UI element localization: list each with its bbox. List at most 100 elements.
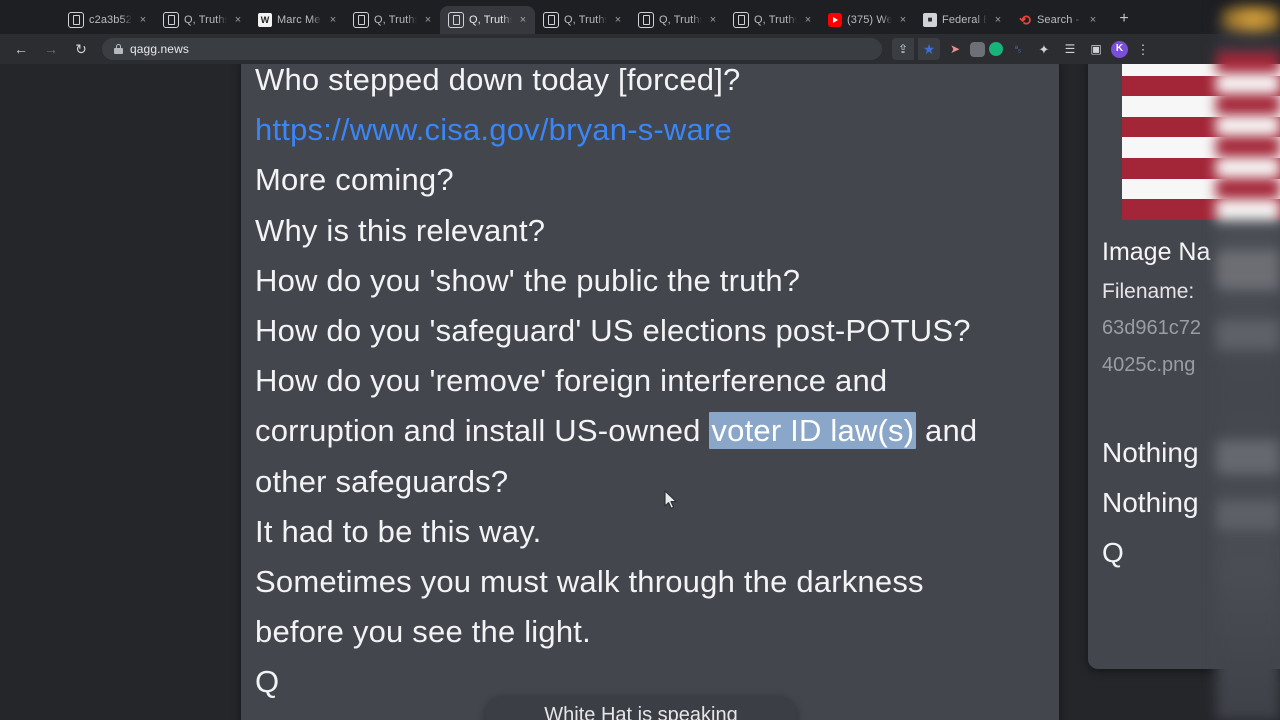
browser-toolbar: ← → ↻ qagg.news ⇪ ★ ➤ ␈ ✦ ☰ ▣ K ⋮ (0, 34, 1280, 64)
doc-icon (448, 12, 464, 28)
flag-stripe (1122, 199, 1280, 220)
tab-title: Q, Truths (564, 14, 607, 26)
new-tab-button[interactable]: + (1111, 6, 1137, 32)
split-view-icon[interactable]: ▣ (1085, 38, 1107, 60)
browser-tab-3[interactable]: W Marc Me × (250, 6, 345, 34)
close-icon[interactable]: × (802, 14, 814, 26)
search-engine-icon: ⟲ (1019, 13, 1031, 27)
filename-value-line-1: 63d961c72 (1102, 317, 1201, 339)
post-line: How do you 'remove' foreign interference… (255, 363, 888, 399)
profile-avatar[interactable]: K (1111, 40, 1128, 58)
tab-title: Q, Truths (659, 14, 702, 26)
extension-green-circle-icon[interactable] (989, 42, 1003, 56)
browser-tab-9[interactable]: (375) We × (820, 6, 915, 34)
close-icon[interactable]: × (232, 14, 244, 26)
browser-tab-6[interactable]: Q, Truths × (535, 6, 630, 34)
browser-tab-5-active[interactable]: Q, Truths × (440, 6, 535, 34)
tab-title: Federal B (942, 14, 987, 26)
close-icon[interactable]: × (1087, 14, 1099, 26)
tab-title: Q, Truths (469, 14, 512, 26)
tab-title: Marc Me (277, 14, 321, 26)
forward-icon[interactable]: → (38, 36, 64, 62)
post-line: How do you 'show' the public the truth? (255, 262, 801, 298)
extension-screenshot-icon[interactable] (970, 41, 985, 57)
page-viewport: Who stepped down today [forced]? https:/… (0, 64, 1280, 720)
tab-title: Search - (1037, 14, 1080, 26)
flag-stripe (1122, 178, 1280, 200)
post-text-body: Who stepped down today [forced]? https:/… (255, 64, 1045, 708)
close-icon[interactable]: × (327, 14, 339, 26)
tab-search-chevron-down-icon[interactable]: ˅ (1252, 6, 1280, 32)
post-line: Sometimes you must walk through the dark… (255, 564, 924, 600)
tab-strip-leading-space (0, 0, 60, 34)
browser-tab-strip: c2a3b52 × Q, Truths × W Marc Me × Q, Tru… (0, 0, 1280, 34)
close-icon[interactable]: × (707, 14, 719, 26)
flag-stripe (1122, 137, 1280, 158)
tab-title: Q, Truths (374, 14, 417, 26)
tab-title: Q, Truths (184, 14, 227, 26)
lock-icon (114, 44, 123, 54)
side-post-line: Nothing (1102, 437, 1199, 468)
browser-tab-1[interactable]: c2a3b52 × (60, 6, 155, 34)
youtube-icon (828, 13, 842, 27)
flag-stripe (1122, 64, 1280, 76)
doc-icon (163, 12, 179, 28)
chrome-menu-icon[interactable]: ⋮ (1132, 38, 1154, 60)
extension-waveform-icon[interactable]: ␈ (1007, 38, 1029, 60)
browser-tab-10[interactable]: ■ Federal B × (915, 6, 1010, 34)
filename-value-line-2: 4025c.png (1102, 354, 1196, 376)
doc-icon (638, 12, 654, 28)
us-flag-image (1122, 64, 1280, 220)
speaker-status-pill: White Hat is speaking (485, 696, 797, 720)
doc-icon (733, 12, 749, 28)
side-post-line: Q (1102, 537, 1124, 568)
post-line: How do you 'safeguard' US elections post… (255, 313, 971, 349)
post-line-suffix: and (916, 413, 978, 449)
speaker-status-label: White Hat is speaking (544, 703, 738, 720)
browser-tab-2[interactable]: Q, Truths × (155, 6, 250, 34)
address-bar-url: qagg.news (130, 42, 189, 56)
image-metadata: Image Na Filename: 63d961c72 4025c.png N… (1102, 230, 1280, 578)
flag-stripe (1122, 96, 1280, 117)
close-icon[interactable]: × (897, 14, 909, 26)
reload-icon[interactable]: ↻ (68, 36, 94, 62)
tab-title: (375) We (847, 14, 892, 26)
post-line: before you see the light. (255, 614, 591, 650)
back-icon[interactable]: ← (8, 36, 34, 62)
image-info-card: Image Na Filename: 63d961c72 4025c.png N… (1088, 64, 1280, 669)
post-line: other safeguards? (255, 463, 509, 499)
share-icon[interactable]: ⇪ (892, 38, 914, 60)
doc-icon (543, 12, 559, 28)
browser-tab-4[interactable]: Q, Truths × (345, 6, 440, 34)
extensions-puzzle-icon[interactable]: ✦ (1033, 38, 1055, 60)
post-link[interactable]: https://www.cisa.gov/bryan-s-ware (255, 105, 1045, 155)
browser-tab-7[interactable]: Q, Truths × (630, 6, 725, 34)
doc-icon (353, 12, 369, 28)
reading-list-icon[interactable]: ☰ (1059, 38, 1081, 60)
browser-tab-8[interactable]: Q, Truths × (725, 6, 820, 34)
post-line-with-selection: corruption and install US-owned voter ID… (255, 406, 1045, 456)
close-icon[interactable]: × (612, 14, 624, 26)
post-card: Who stepped down today [forced]? https:/… (241, 64, 1059, 720)
post-line: Who stepped down today [forced]? (255, 64, 741, 97)
browser-tab-11[interactable]: ⟲ Search - × (1010, 6, 1105, 34)
filename-label: Filename: (1102, 280, 1195, 303)
post-line: It had to be this way. (255, 513, 542, 549)
image-name-label: Image Na (1102, 238, 1211, 266)
tab-title: Q, Truths (754, 14, 797, 26)
close-icon[interactable]: × (137, 14, 149, 26)
browser-window: c2a3b52 × Q, Truths × W Marc Me × Q, Tru… (0, 0, 1280, 720)
extension-arrow-icon[interactable]: ➤ (944, 38, 966, 60)
text-selection-highlight[interactable]: voter ID law(s) (709, 412, 917, 450)
close-icon[interactable]: × (517, 14, 529, 26)
bookmark-star-icon[interactable]: ★ (918, 38, 940, 60)
address-bar[interactable]: qagg.news (102, 38, 882, 60)
side-post-line: Nothing (1102, 487, 1199, 518)
flag-stripe (1122, 116, 1280, 138)
close-icon[interactable]: × (992, 14, 1004, 26)
close-icon[interactable]: × (422, 14, 434, 26)
metadata-gap (1102, 384, 1280, 428)
doc-icon (68, 12, 84, 28)
federal-icon: ■ (923, 13, 937, 27)
tab-title: c2a3b52 (89, 14, 132, 26)
